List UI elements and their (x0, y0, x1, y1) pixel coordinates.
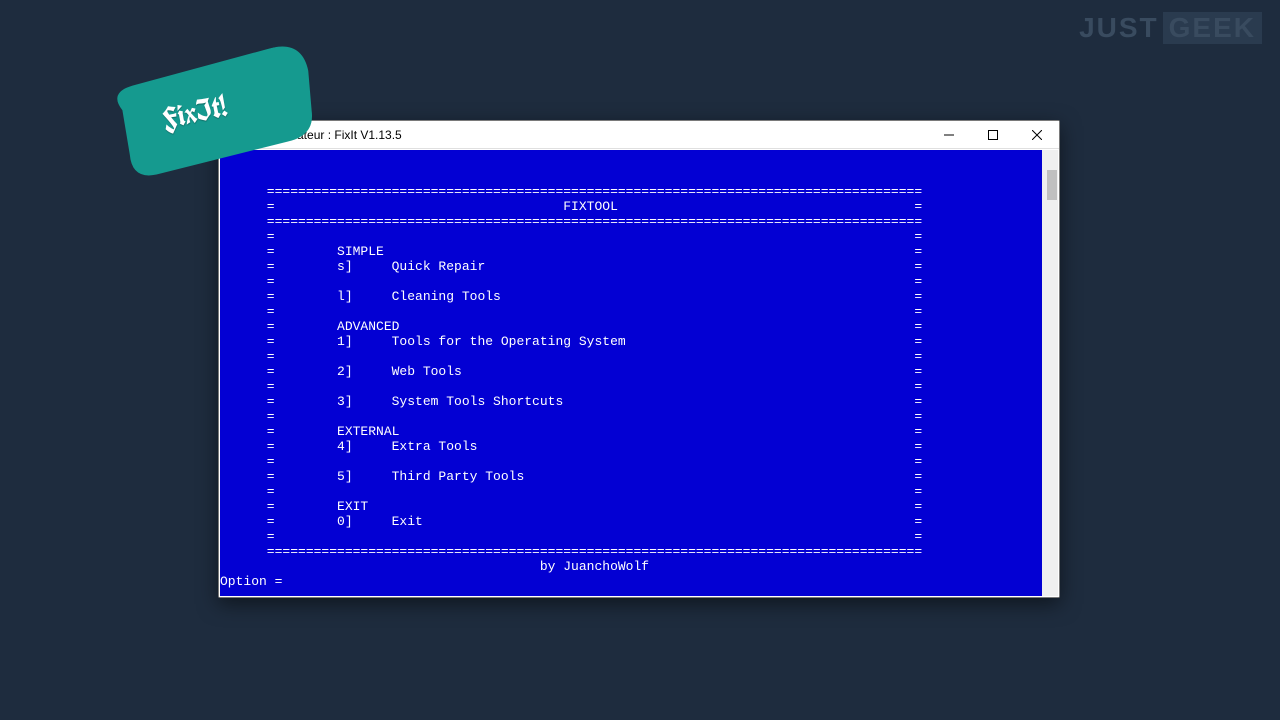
terminal-line: = EXTERNAL = (220, 424, 1058, 439)
terminal-line: = = (220, 484, 1058, 499)
terminal-line: = s] Quick Repair = (220, 259, 1058, 274)
terminal-line: = 5] Third Party Tools = (220, 469, 1058, 484)
terminal-line: = = (220, 454, 1058, 469)
terminal-line: by JuanchoWolf (220, 559, 1058, 574)
watermark-part1: JUST (1079, 12, 1159, 43)
terminal-line: = EXIT = (220, 499, 1058, 514)
terminal-line: = 1] Tools for the Operating System = (220, 334, 1058, 349)
terminal-line: = FIXTOOL = (220, 199, 1058, 214)
terminal-line: = 3] System Tools Shortcuts = (220, 394, 1058, 409)
terminal-line: = = (220, 349, 1058, 364)
scrollbar-track[interactable] (1042, 150, 1058, 596)
terminal-output[interactable]: ========================================… (219, 149, 1059, 597)
terminal-line: = = (220, 529, 1058, 544)
terminal-line: ========================================… (220, 544, 1058, 559)
terminal-line: ========================================… (220, 184, 1058, 199)
terminal-line: ========================================… (220, 214, 1058, 229)
terminal-line: = = (220, 304, 1058, 319)
scrollbar-thumb[interactable] (1047, 170, 1057, 200)
terminal-line: = 2] Web Tools = (220, 364, 1058, 379)
close-button[interactable] (1015, 121, 1059, 149)
maximize-button[interactable] (971, 121, 1015, 149)
terminal-line: = 4] Extra Tools = (220, 439, 1058, 454)
terminal-line: = = (220, 229, 1058, 244)
watermark-part2: GEEK (1163, 12, 1262, 44)
console-window: C:\ Administrateur : FixIt V1.13.5 =====… (218, 120, 1060, 598)
terminal-line: = ADVANCED = (220, 319, 1058, 334)
titlebar[interactable]: C:\ Administrateur : FixIt V1.13.5 (219, 121, 1059, 149)
watermark: JUSTGEEK (1079, 12, 1262, 44)
terminal-line: = 0] Exit = (220, 514, 1058, 529)
terminal-line: = = (220, 274, 1058, 289)
window-title: Administrateur : FixIt V1.13.5 (247, 128, 927, 142)
terminal-line: Option = (220, 574, 1058, 589)
terminal-line: = SIMPLE = (220, 244, 1058, 259)
minimize-button[interactable] (927, 121, 971, 149)
terminal-line: = = (220, 379, 1058, 394)
terminal-line: = l] Cleaning Tools = (220, 289, 1058, 304)
terminal-line: = = (220, 409, 1058, 424)
